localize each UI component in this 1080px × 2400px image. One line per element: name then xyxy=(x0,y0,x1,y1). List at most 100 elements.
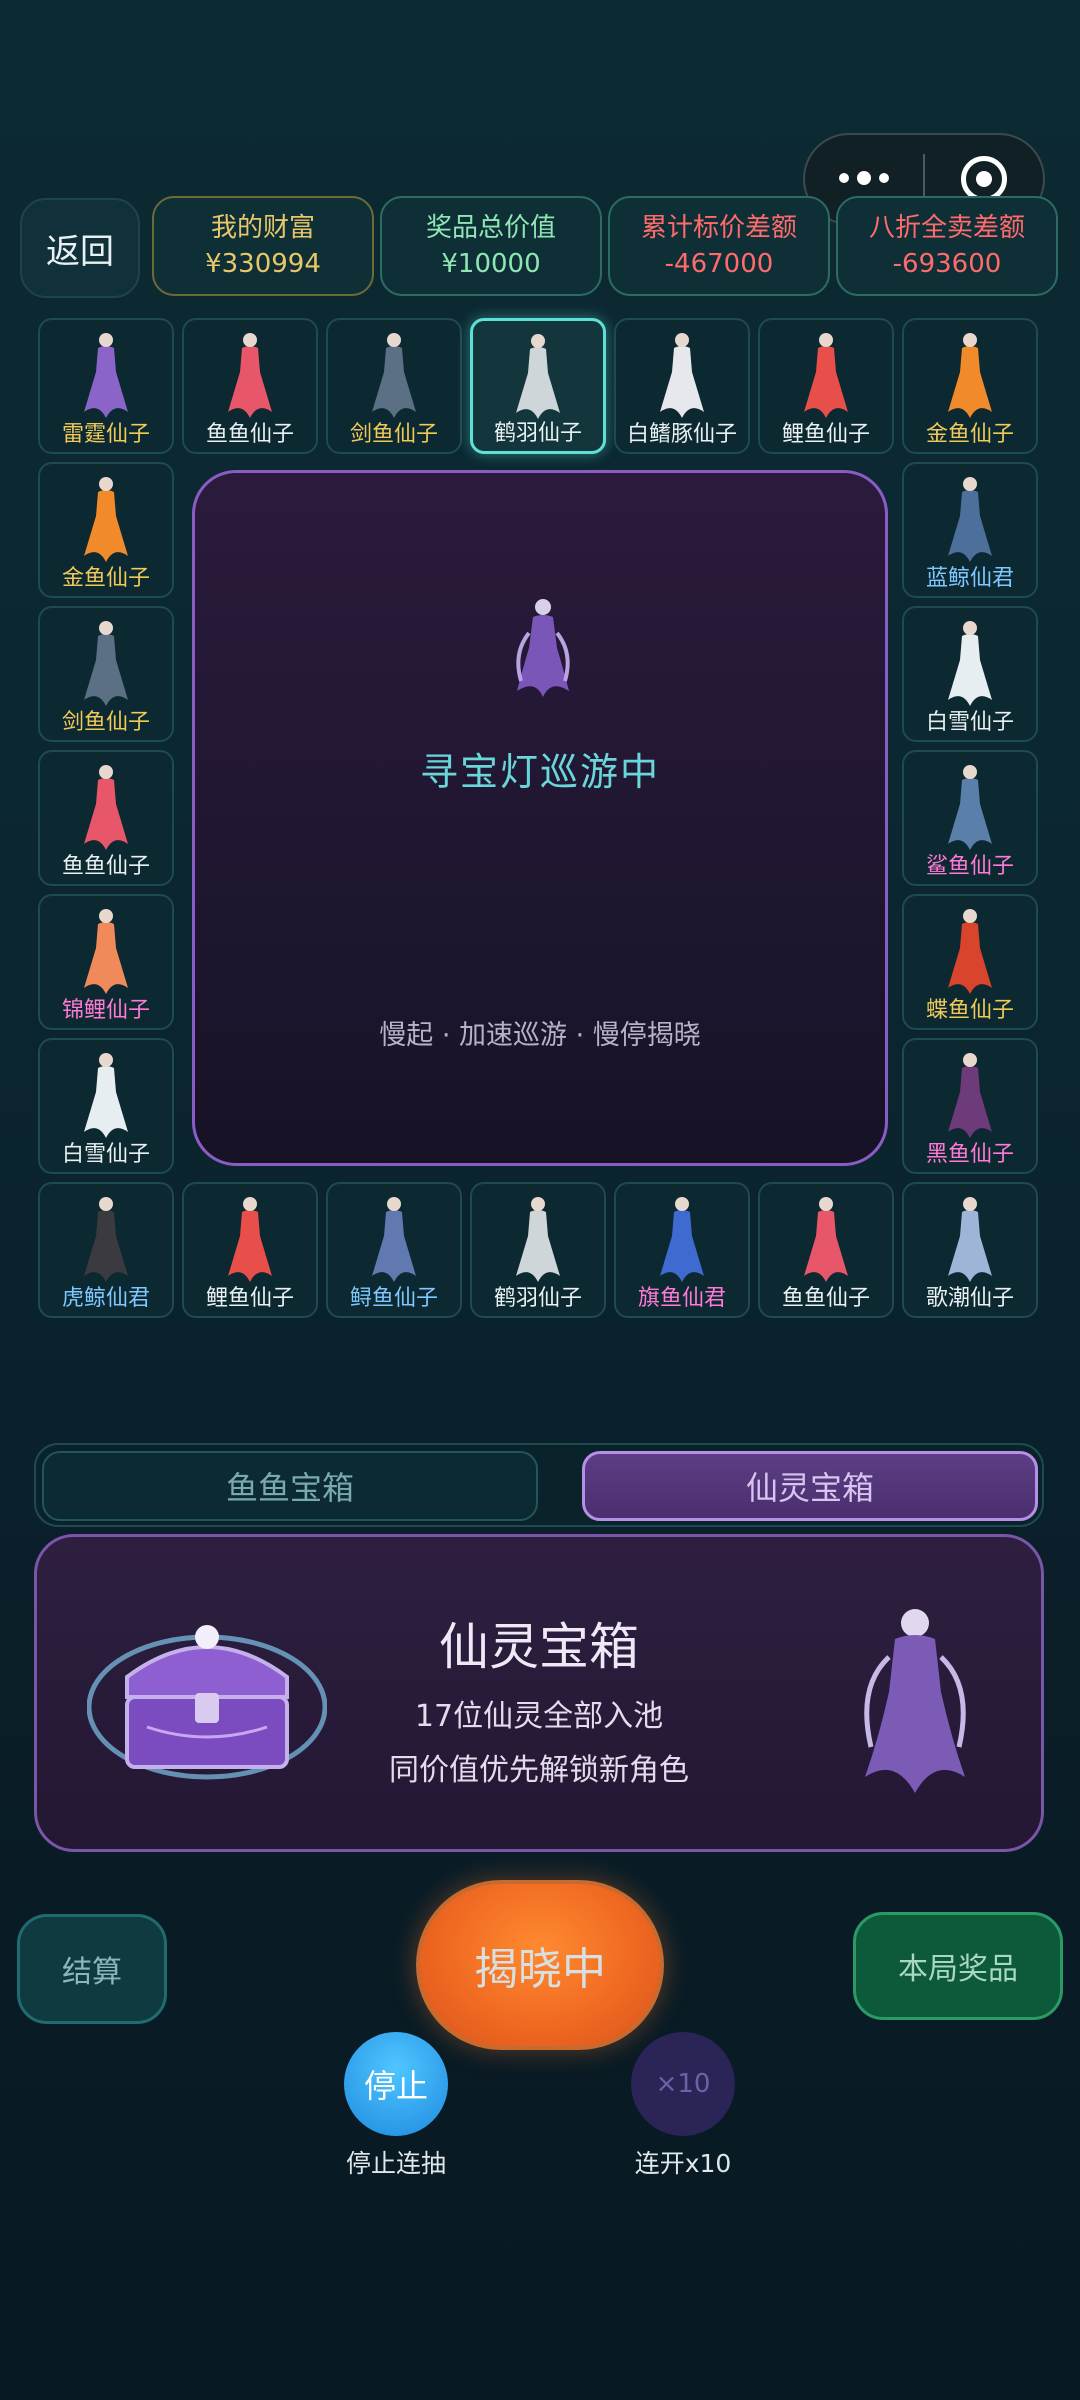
mermaid-figure-icon xyxy=(516,334,560,419)
board-tile: 鲨鱼仙子 xyxy=(902,750,1038,886)
tile-name: 鲨鱼仙子 xyxy=(925,854,1014,879)
discount-diff-label: 八折全卖差额 xyxy=(868,213,1025,243)
more-menu-icon[interactable] xyxy=(805,171,923,185)
mermaid-figure-icon xyxy=(372,333,416,418)
tile-name: 锦鲤仙子 xyxy=(61,998,150,1023)
board-tile: 金鱼仙子 xyxy=(902,318,1038,454)
settle-button[interactable]: 结算 xyxy=(17,1914,167,2024)
mermaid-figure-icon xyxy=(84,477,128,562)
board-tile: 鲤鱼仙子 xyxy=(758,318,894,454)
mermaid-figure-icon xyxy=(804,1197,848,1282)
board-tile: 鱼鱼仙子 xyxy=(182,318,318,454)
fairy-lamp-icon xyxy=(516,599,570,697)
tile-name: 鲤鱼仙子 xyxy=(781,422,870,447)
tile-name: 剑鱼仙子 xyxy=(349,422,438,447)
board-tile: 蓝鲸仙君 xyxy=(902,462,1038,598)
chest-info-panel: 仙灵宝箱 17位仙灵全部入池 同价值优先解锁新角色 xyxy=(34,1534,1044,1852)
tab-fish-chest[interactable]: 鱼鱼宝箱 xyxy=(42,1451,538,1521)
mermaid-figure-icon xyxy=(660,1197,704,1282)
open-x10-button[interactable]: ×10 xyxy=(631,2032,735,2136)
tile-name: 鲟鱼仙子 xyxy=(349,1286,438,1311)
fairy-portrait-icon xyxy=(864,1609,966,1793)
mermaid-figure-icon xyxy=(948,333,992,418)
center-subtitle: 慢起 · 加速巡游 · 慢停揭晓 xyxy=(379,1020,701,1051)
tile-name: 鱼鱼仙子 xyxy=(61,854,150,879)
board-tile: 歌潮仙子 xyxy=(902,1182,1038,1318)
board-tile: 黑鱼仙子 xyxy=(902,1038,1038,1174)
tile-name: 蝶鱼仙子 xyxy=(925,998,1014,1023)
board-tile: 旗鱼仙君 xyxy=(614,1182,750,1318)
tile-name: 剑鱼仙子 xyxy=(61,710,150,735)
board-tile: 白雪仙子 xyxy=(902,606,1038,742)
board-tile: 虎鲸仙君 xyxy=(38,1182,174,1318)
tile-name: 白雪仙子 xyxy=(61,1142,150,1167)
chest-tab-bar: 鱼鱼宝箱 仙灵宝箱 xyxy=(34,1443,1044,1527)
mermaid-figure-icon xyxy=(228,1197,272,1282)
board-tile: 雷霆仙子 xyxy=(38,318,174,454)
board-tile: 蝶鱼仙子 xyxy=(902,894,1038,1030)
mermaid-figure-icon xyxy=(804,333,848,418)
mermaid-figure-icon xyxy=(84,909,128,994)
board-tile: 鹤羽仙子 xyxy=(470,1182,606,1318)
board-tile: 剑鱼仙子 xyxy=(326,318,462,454)
board-tile: 剑鱼仙子 xyxy=(38,606,174,742)
mermaid-figure-icon xyxy=(84,333,128,418)
board-tile: 鱼鱼仙子 xyxy=(38,750,174,886)
board-tile: 鱼鱼仙子 xyxy=(758,1182,894,1318)
stop-caption: 停止连抽 xyxy=(345,2149,446,2178)
board-tile: 白鳍豚仙子 xyxy=(614,318,750,454)
list-diff-value: -467000 xyxy=(664,249,774,279)
wealth-value: ¥330994 xyxy=(205,249,321,279)
tile-name: 雷霆仙子 xyxy=(61,422,150,447)
mermaid-figure-icon xyxy=(948,621,992,706)
board-tile: 鹤羽仙子 xyxy=(470,318,606,454)
mermaid-figure-icon xyxy=(372,1197,416,1282)
reveal-button[interactable]: 揭晓中 xyxy=(416,1880,664,2050)
board-tile: 金鱼仙子 xyxy=(38,462,174,598)
tile-name: 金鱼仙子 xyxy=(925,422,1014,447)
tile-name: 蓝鲸仙君 xyxy=(925,566,1014,591)
board-tile: 鲟鱼仙子 xyxy=(326,1182,462,1318)
tile-name: 歌潮仙子 xyxy=(925,1286,1014,1311)
list-diff-label: 累计标价差额 xyxy=(640,213,797,243)
stop-button[interactable]: 停止 xyxy=(344,2032,448,2136)
back-button[interactable]: 返回 xyxy=(20,198,140,298)
mermaid-figure-icon xyxy=(516,1197,560,1282)
mermaid-figure-icon xyxy=(84,765,128,850)
tile-name: 白鳍豚仙子 xyxy=(626,422,737,447)
tile-name: 白雪仙子 xyxy=(925,710,1014,735)
center-title: 寻宝灯巡游中 xyxy=(419,750,660,794)
board-tile: 白雪仙子 xyxy=(38,1038,174,1174)
prize-total-value: ¥10000 xyxy=(441,249,541,279)
mermaid-figure-icon xyxy=(660,333,704,418)
round-prizes-button[interactable]: 本局奖品 xyxy=(853,1912,1063,2020)
mermaid-figure-icon xyxy=(948,477,992,562)
mermaid-figure-icon xyxy=(948,1053,992,1138)
tile-name: 鱼鱼仙子 xyxy=(205,422,294,447)
mermaid-figure-icon xyxy=(84,1197,128,1282)
mermaid-figure-icon xyxy=(948,1197,992,1282)
prize-total-label: 奖品总价值 xyxy=(425,213,556,243)
list-diff-stat: 累计标价差额 -467000 xyxy=(608,196,830,296)
mermaid-figure-icon xyxy=(948,909,992,994)
discount-diff-value: -693600 xyxy=(892,249,1002,279)
tile-name: 鲤鱼仙子 xyxy=(205,1286,294,1311)
tile-name: 虎鲸仙君 xyxy=(61,1286,150,1311)
tile-name: 鹤羽仙子 xyxy=(493,421,582,446)
board-tile: 锦鲤仙子 xyxy=(38,894,174,1030)
wealth-label: 我的财富 xyxy=(210,213,315,243)
tile-name: 金鱼仙子 xyxy=(61,566,150,591)
tab-fairy-chest[interactable]: 仙灵宝箱 xyxy=(582,1451,1038,1521)
tile-name: 鱼鱼仙子 xyxy=(781,1286,870,1311)
tile-name: 黑鱼仙子 xyxy=(925,1142,1014,1167)
mermaid-figure-icon xyxy=(84,621,128,706)
mermaid-figure-icon xyxy=(228,333,272,418)
tile-name: 鹤羽仙子 xyxy=(493,1286,582,1311)
discount-diff-stat: 八折全卖差额 -693600 xyxy=(836,196,1058,296)
center-panel: 寻宝灯巡游中 慢起 · 加速巡游 · 慢停揭晓 xyxy=(192,470,888,1166)
wealth-stat: 我的财富 ¥330994 xyxy=(152,196,374,296)
board-tile: 鲤鱼仙子 xyxy=(182,1182,318,1318)
mermaid-figure-icon xyxy=(948,765,992,850)
tile-name: 旗鱼仙君 xyxy=(637,1286,726,1311)
prize-total-stat: 奖品总价值 ¥10000 xyxy=(380,196,602,296)
